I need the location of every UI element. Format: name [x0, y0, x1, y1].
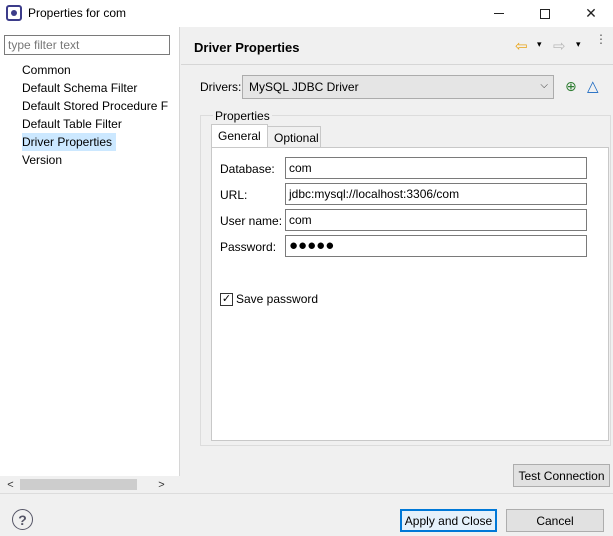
save-password-label[interactable]: Save password: [236, 292, 318, 306]
properties-group: Properties Optional General Database: co…: [200, 109, 611, 446]
url-label: URL:: [220, 188, 248, 202]
save-password-checkbox[interactable]: ✓: [220, 293, 233, 306]
property-tree: Common Default Schema Filter Default Sto…: [22, 61, 180, 169]
tree-item-version[interactable]: Version: [22, 151, 180, 169]
url-field[interactable]: jdbc:mysql://localhost:3306/com: [285, 183, 587, 205]
back-dropdown-icon[interactable]: ▾: [537, 39, 542, 50]
database-field[interactable]: com: [285, 157, 587, 179]
title-bar: Properties for com ✕: [0, 0, 613, 27]
help-icon[interactable]: ?: [12, 509, 33, 530]
test-connection-button[interactable]: Test Connection: [513, 464, 610, 487]
tree-item-default-stored-procedure-filter[interactable]: Default Stored Procedure F: [22, 97, 180, 115]
forward-arrow-icon[interactable]: ⇨: [553, 37, 566, 55]
add-driver-icon[interactable]: ⊕: [565, 78, 577, 95]
minimize-button[interactable]: [476, 0, 522, 27]
close-icon: ✕: [585, 5, 597, 21]
general-tab-body: Database: com URL: jdbc:mysql://localhos…: [211, 147, 609, 441]
apply-and-close-button[interactable]: Apply and Close: [400, 509, 497, 532]
tree-item-common[interactable]: Common: [22, 61, 180, 79]
drivers-label: Drivers:: [200, 80, 242, 94]
tab-general[interactable]: General: [211, 124, 268, 148]
horizontal-scrollbar[interactable]: < >: [0, 476, 180, 493]
window-title: Properties for com: [28, 6, 127, 20]
properties-group-label: Properties: [213, 109, 272, 123]
footer-divider: [0, 493, 613, 494]
edit-driver-icon[interactable]: △: [587, 77, 599, 95]
back-arrow-icon[interactable]: ⇦: [515, 37, 528, 55]
drivers-select[interactable]: MySQL JDBC Driver ⌵: [242, 75, 554, 99]
password-label: Password:: [220, 240, 277, 254]
drivers-select-value: MySQL JDBC Driver: [249, 80, 359, 94]
header-divider: [181, 64, 613, 65]
app-icon: [6, 5, 22, 21]
maximize-button[interactable]: [522, 0, 568, 27]
close-button[interactable]: ✕: [568, 0, 613, 27]
left-pane: Common Default Schema Filter Default Sto…: [0, 27, 180, 493]
filter-input[interactable]: [4, 35, 170, 55]
cancel-button[interactable]: Cancel: [506, 509, 604, 532]
username-label: User name:: [220, 214, 283, 228]
page-title: Driver Properties: [194, 40, 300, 55]
scroll-right-icon[interactable]: >: [153, 476, 170, 493]
tree-item-default-table-filter[interactable]: Default Table Filter: [22, 115, 180, 133]
forward-dropdown-icon[interactable]: ▾: [576, 39, 581, 50]
tree-item-default-schema-filter[interactable]: Default Schema Filter: [22, 79, 180, 97]
chevron-down-icon: ⌵: [540, 80, 548, 91]
tab-optional[interactable]: Optional: [267, 126, 321, 148]
scroll-left-icon[interactable]: <: [2, 476, 19, 493]
right-pane: Driver Properties ⇦ ▾ ⇨ ▾ ⋮ Drivers: MyS…: [181, 27, 613, 493]
minimize-icon: [494, 13, 504, 14]
scrollbar-thumb[interactable]: [20, 479, 137, 490]
view-menu-icon[interactable]: ⋮: [595, 33, 607, 45]
password-field[interactable]: ●●●●●: [285, 235, 587, 257]
tree-item-driver-properties[interactable]: Driver Properties: [22, 133, 117, 151]
database-label: Database:: [220, 162, 275, 176]
maximize-icon: [540, 8, 550, 19]
username-field[interactable]: com: [285, 209, 587, 231]
